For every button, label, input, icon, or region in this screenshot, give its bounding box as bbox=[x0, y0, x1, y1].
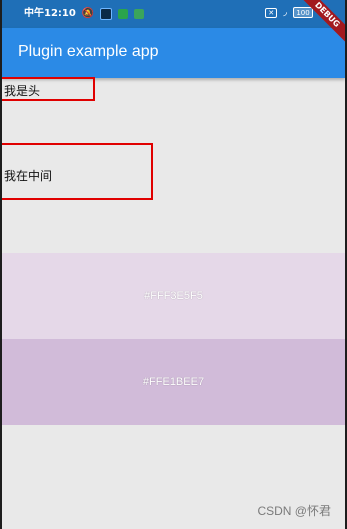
battery-icon: 100 bbox=[293, 7, 313, 18]
color-band-1: #FFF3E5F5 bbox=[2, 253, 345, 339]
status-right: ✕ ◞ 100 bbox=[265, 7, 313, 18]
header-highlight-box bbox=[2, 77, 95, 101]
watermark: CSDN @怀君 bbox=[257, 504, 331, 518]
color-band-2: #FFE1BEE7 bbox=[2, 339, 345, 425]
color-band-1-label: #FFF3E5F5 bbox=[144, 290, 203, 302]
status-left: 中午12:10 🔕 bbox=[24, 7, 145, 21]
app-bar: Plugin example app bbox=[2, 28, 345, 78]
status-time: 中午12:10 bbox=[24, 8, 76, 19]
status-bar: 中午12:10 🔕 ✕ ◞ 100 bbox=[2, 0, 345, 28]
message-notification-icon bbox=[134, 9, 145, 19]
middle-highlight-box bbox=[2, 143, 153, 200]
app-title: Plugin example app bbox=[18, 43, 159, 60]
battery-level: 100 bbox=[296, 8, 310, 17]
color-band-2-label: #FFE1BEE7 bbox=[142, 376, 205, 388]
phone-screen: 中午12:10 🔕 ✕ ◞ 100 DEBUG Plugin example a… bbox=[0, 0, 347, 529]
app-notification-icon bbox=[100, 8, 113, 20]
wechat-notification-icon bbox=[118, 9, 129, 19]
mute-bell-icon: 🔕 bbox=[81, 8, 95, 19]
wifi-icon: ◞ bbox=[283, 7, 287, 18]
sim-off-icon: ✕ bbox=[265, 7, 278, 18]
